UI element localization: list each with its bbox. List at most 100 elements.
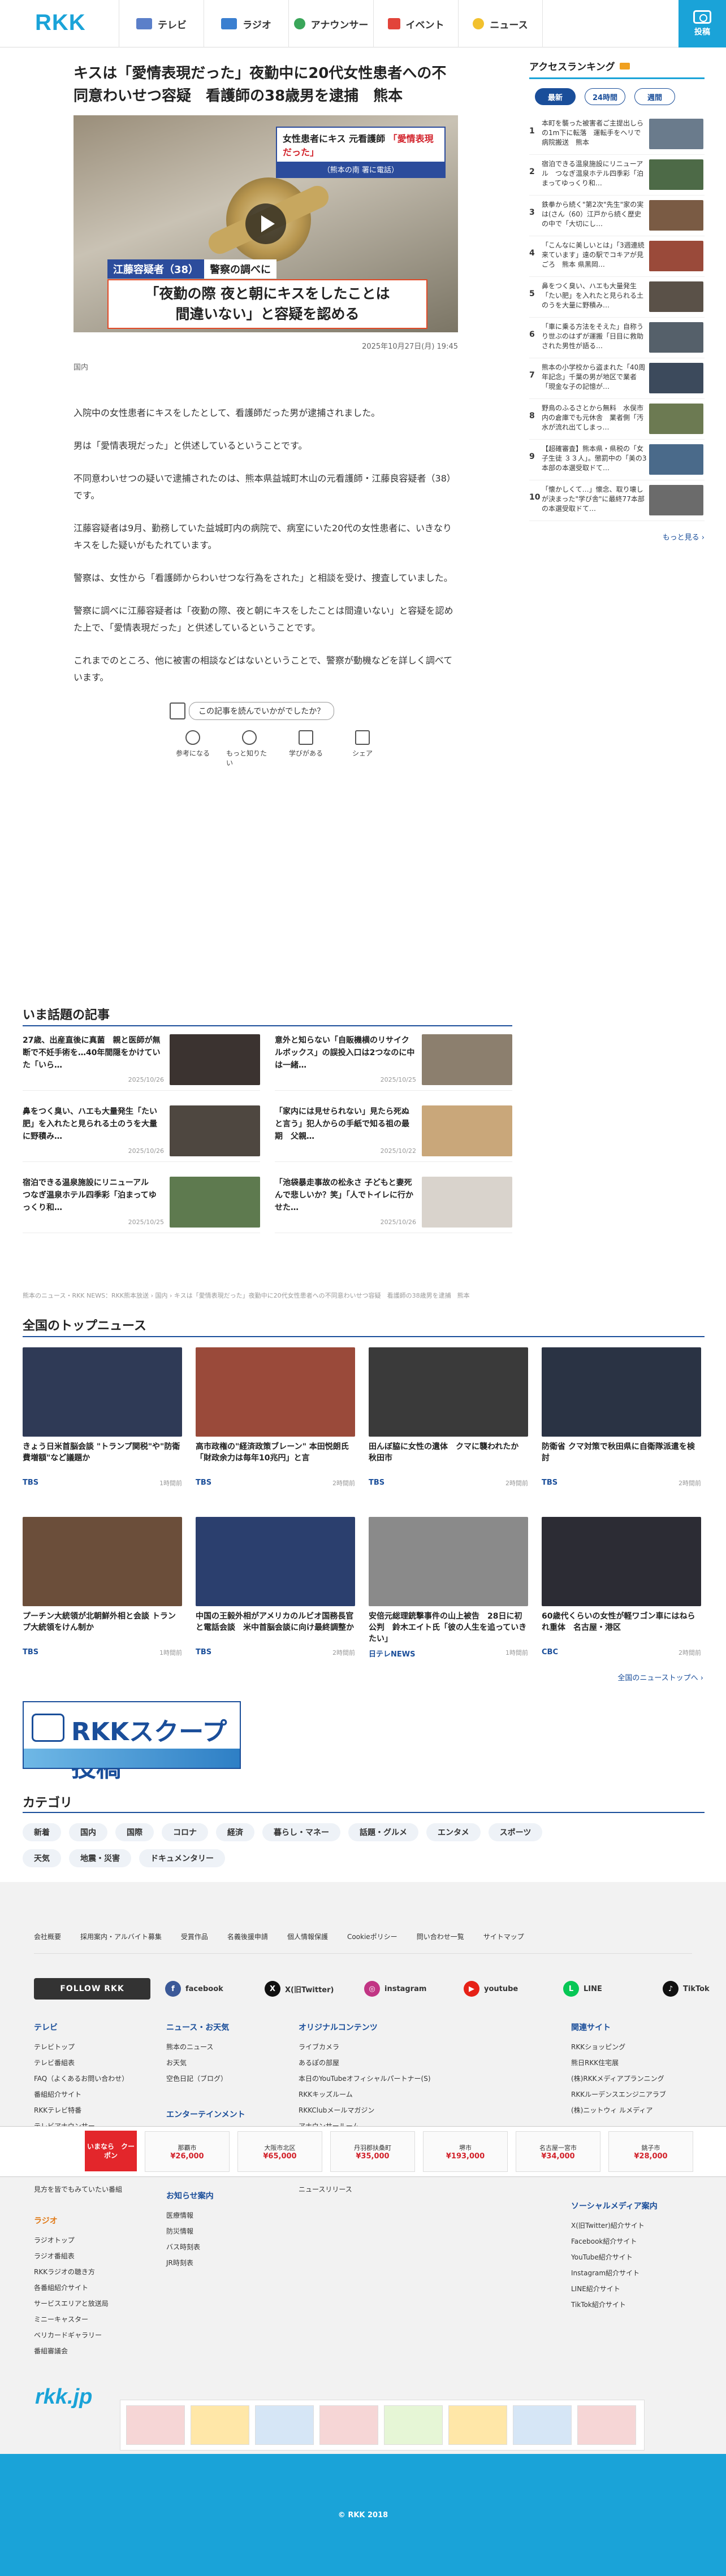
sns-link-youtube[interactable]: ▶ youtube — [464, 1981, 548, 1997]
sns-link-line[interactable]: L LINE — [563, 1981, 648, 1997]
category-pill[interactable]: エンタメ — [426, 1823, 481, 1841]
ranking-item[interactable]: 10 「懐かしくて…」懐念、取り壊しが決まった"学び舎"に最終77本部の本選受取ド… — [529, 480, 705, 521]
news-card[interactable]: きょう日米首脳会談 "トランプ関税"や"防衛費増額"など議題か TBS 1時間前 — [23, 1347, 182, 1500]
category-pill[interactable]: コロナ — [162, 1823, 208, 1841]
footer-col-link[interactable]: 各番組紹介サイト — [34, 2280, 109, 2296]
footer-col-link[interactable]: ミニーキャスター — [34, 2312, 109, 2327]
footer-col-link[interactable]: LINE紹介サイト — [571, 2281, 658, 2297]
ranking-item[interactable]: 6 「車に乗る方法をそえた」自称うり世ぶのはずが運搬「日目に救助された男性が語る… — [529, 318, 705, 358]
footer-col-link[interactable]: Facebook紹介サイト — [571, 2234, 658, 2249]
news-card[interactable]: 田んぼ脇に女性の遺体 クマに襲われたか 秋田市 TBS 2時間前 — [369, 1347, 528, 1500]
footer-col-link[interactable]: テレビ番組表 — [34, 2055, 128, 2071]
footer-col-link[interactable]: 医療情報 — [166, 2208, 214, 2223]
footer-col-link[interactable]: あるぽの部屋 — [299, 2055, 431, 2071]
nav-announcer[interactable]: アナウンサー — [288, 0, 373, 47]
news-card[interactable]: プーチン大統領が北朝鮮外相と会談 トランプ大統領をけん制か TBS 1時間前 — [23, 1517, 182, 1669]
sns-link-facebook[interactable]: f facebook — [165, 1981, 250, 1997]
popular-item[interactable]: 鼻をつく臭い、ハエも大量発生「たい肥」を入れたと見られる土のうを大量に野積み… 2… — [23, 1105, 260, 1162]
site-logo[interactable]: RKK — [35, 10, 86, 36]
news-card[interactable]: 安倍元総理銃撃事件の山上被告 28日に初公判 鈴木エイト氏「彼の人生を追っていき… — [369, 1517, 528, 1669]
reaction-learn-button[interactable]: 学びがある — [283, 730, 329, 767]
footer-col-link[interactable]: X(旧Twitter)紹介サイト — [571, 2218, 658, 2234]
sns-link-instagram[interactable]: ◎ instagram — [364, 1981, 449, 1997]
footer-col-link[interactable]: 防災情報 — [166, 2223, 214, 2239]
ranking-item[interactable]: 9 【超確審査】熊本県・県税の「女子生徒 ３３人」。懲罰中の「美の3本部の本選受取… — [529, 440, 705, 480]
reaction-more-button[interactable]: もっと知りたい — [226, 730, 273, 767]
footer-col-link[interactable]: 番組審議会 — [34, 2343, 109, 2359]
category-pill[interactable]: 経済 — [216, 1823, 254, 1841]
news-card[interactable]: 60歳代くらいの女性が軽ワゴン車にはねられ重体 名古屋・港区 CBC 2時間前 — [542, 1517, 701, 1669]
footer-col-link[interactable]: (株)ニットウィ ルメディア — [571, 2102, 666, 2118]
footer-col-link[interactable]: FAQ（よくあるお問い合わせ） — [34, 2071, 128, 2087]
footer-logo[interactable]: rkk.jp — [35, 2385, 92, 2409]
footer-col-link[interactable]: 見方を皆でもみていたい番組 — [34, 2182, 128, 2197]
popular-item[interactable]: 「家内には見せられない」見たら死ぬと言う」犯人からの手紙で知る祖の最期 父親… 2… — [275, 1105, 512, 1162]
footer-col-link[interactable]: テレビトップ — [34, 2039, 128, 2055]
ranking-item[interactable]: 8 野鳥のふるさとから無料 水俣市内の倉庫でも元休舎 業者側「汚水が流れ出てしまっ… — [529, 399, 705, 440]
footer-col-link[interactable]: RKKClubメールマガジン — [299, 2102, 431, 2118]
topnews-more-link[interactable]: 全国のニューストップへ › — [617, 1672, 703, 1682]
category-pill[interactable]: 天気 — [23, 1849, 61, 1867]
footer-col-link[interactable]: 熊本のニュース — [166, 2039, 229, 2055]
play-icon[interactable] — [245, 203, 286, 244]
ad-cell[interactable]: 那覇市 ¥26,000 — [145, 2131, 230, 2172]
ranking-item[interactable]: 7 熊本の小学校から盗まれた「40周年記念」千葉の男が地区で業者「現金な子の記憶が… — [529, 358, 705, 399]
ad-banner-bottom[interactable] — [120, 2400, 645, 2451]
footer-col-link[interactable]: 空色日記（ブログ） — [166, 2071, 229, 2087]
footer-col-link[interactable]: ラジオ番組表 — [34, 2248, 109, 2264]
footer-col-link[interactable]: 熊日RKK住宅展 — [571, 2055, 666, 2071]
ad-cell[interactable]: 名古屋一宮市 ¥34,000 — [516, 2131, 600, 2172]
tab-24h[interactable]: 24時間 — [585, 88, 625, 105]
category-pill[interactable]: 話題・グルメ — [348, 1823, 418, 1841]
ranking-more-link[interactable]: もっと見る › — [529, 531, 705, 542]
footer-col-link[interactable]: お天気 — [166, 2055, 229, 2071]
footer-col-link[interactable]: RKKテレビ特番 — [34, 2102, 128, 2118]
nav-radio[interactable]: ラジオ — [204, 0, 288, 47]
category-pill[interactable]: ドキュメンタリー — [139, 1849, 225, 1867]
footer-col-link[interactable]: 本日のYouTubeオフィシャルパートナー(S) — [299, 2071, 431, 2087]
sns-link-x[interactable]: X X(旧Twitter) — [265, 1981, 349, 1997]
breadcrumb[interactable]: 熊本のニュース・RKK NEWS：RKK熊本放送 › 国内 › キスは「愛情表現… — [23, 1291, 512, 1300]
footer-col-link[interactable]: ラジオトップ — [34, 2232, 109, 2248]
ranking-item[interactable]: 2 宿泊できる温泉施設にリニューアル つなぎ温泉ホテル四季彩「泊まってゆっくり和… — [529, 155, 705, 196]
video-player[interactable]: 女性患者にキス 元看護師 「愛情表現だった」 （熊本の南 署に電話） 江藤容疑者… — [74, 115, 458, 332]
footer-link[interactable]: 会社概要 — [34, 1932, 61, 1941]
category-pill[interactable]: 暮らし・マネー — [262, 1823, 340, 1841]
ranking-item[interactable]: 1 本町を襲った被害者ご主提出しらの1m下に転落 運転手をヘリで病院搬送 熊本 — [529, 114, 705, 155]
footer-col-link[interactable]: Instagram紹介サイト — [571, 2265, 658, 2281]
category-pill[interactable]: スポーツ — [488, 1823, 543, 1841]
ranking-item[interactable]: 5 鼻をつく臭い、ハエも大量発生「たい肥」を入れたと見られる土のうを大量に野積み… — [529, 277, 705, 318]
popular-item[interactable]: 意外と知らない「自販機横のリサイクルボックス」の誤投入口は2つなのに中は一緒… 2… — [275, 1034, 512, 1091]
ad-coupon-badge[interactable]: いまなら クーポン — [85, 2131, 137, 2171]
footer-link[interactable]: 問い合わせ一覧 — [417, 1932, 464, 1941]
tab-latest[interactable]: 最新 — [535, 88, 576, 105]
tab-weekly[interactable]: 週間 — [634, 88, 675, 105]
ad-cell[interactable]: 堺市 ¥193,000 — [423, 2131, 508, 2172]
footer-col-link[interactable]: TikTok紹介サイト — [571, 2297, 658, 2313]
footer-link[interactable]: 採用案内・アルバイト募集 — [80, 1932, 162, 1941]
footer-link[interactable]: サイトマップ — [483, 1932, 524, 1941]
category-pill[interactable]: 地震・災害 — [69, 1849, 131, 1867]
ad-cell[interactable]: 銚子市 ¥28,000 — [608, 2131, 693, 2172]
category-pill[interactable]: 国際 — [115, 1823, 154, 1841]
ad-cell[interactable]: 大阪市北区 ¥65,000 — [237, 2131, 322, 2172]
ranking-item[interactable]: 4 「こんなに美しいとは」「3週連続来ています」遠の駅でコキアが見ごろ 熊本 県黒… — [529, 236, 705, 277]
category-pill[interactable]: 国内 — [69, 1823, 107, 1841]
footer-col-link[interactable]: YouTube紹介サイト — [571, 2249, 658, 2265]
article-category[interactable]: 国内 — [74, 361, 458, 372]
footer-col-link[interactable]: RKKショッピング — [571, 2039, 666, 2055]
footer-col-link[interactable]: RKKキッズルーム — [299, 2087, 431, 2102]
ranking-item[interactable]: 3 鉄拳から続く"第2次"先生"家の実は(さん（60）江戸から続く歴史の中で「大切… — [529, 196, 705, 236]
footer-link[interactable]: 受賞作品 — [181, 1932, 208, 1941]
news-card[interactable]: 中国の王毅外相がアメリカのルビオ国務長官と電話会談 米中首脳会談に向け最終調整か… — [196, 1517, 355, 1669]
footer-col-link[interactable]: バス時刻表 — [166, 2239, 214, 2255]
news-card[interactable]: 高市政権の"経済政策ブレーン" 本田悦朗氏「財政余力は毎年10兆円」と言 TBS 2… — [196, 1347, 355, 1500]
footer-link[interactable]: 個人情報保護 — [287, 1932, 328, 1941]
post-button[interactable]: 投稿 — [679, 0, 726, 47]
nav-event[interactable]: イベント — [373, 0, 458, 47]
reaction-helpful-button[interactable]: 参考になる — [170, 730, 216, 767]
popular-item[interactable]: 27歳、出産直後に真菌 親と医師が無断で不妊手術を…40年間隠をかけていた「いら… — [23, 1034, 260, 1091]
sns-link-tiktok[interactable]: ♪ TikTok — [663, 1981, 726, 1997]
footer-col-link[interactable]: JR時刻表 — [166, 2255, 214, 2271]
popular-item[interactable]: 宿泊できる温泉施設にリニューアル つなぎ温泉ホテル四季彩「泊まってゆっくり和… 2… — [23, 1177, 260, 1233]
